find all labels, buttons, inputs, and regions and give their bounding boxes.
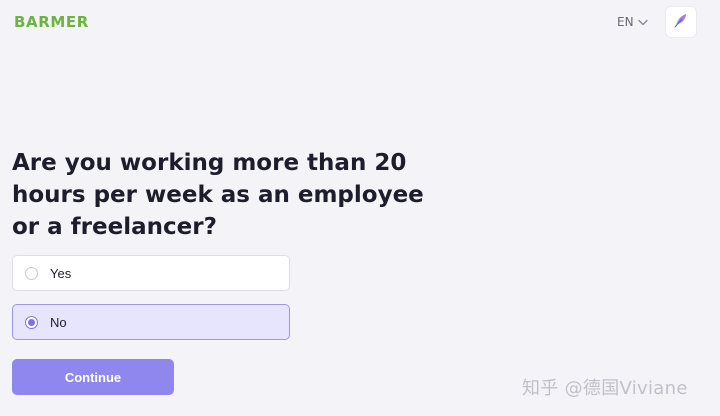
- radio-checked-icon[interactable]: [25, 315, 38, 329]
- option-label: Yes: [50, 265, 72, 281]
- option-yes[interactable]: Yes: [12, 255, 290, 291]
- radio-unchecked-icon[interactable]: [25, 266, 38, 280]
- chevron-down-icon: [637, 19, 648, 26]
- question-title: Are you working more than 20 hours per w…: [12, 150, 424, 240]
- continue-button[interactable]: Continue: [12, 359, 174, 395]
- feedback-button[interactable]: [666, 7, 696, 37]
- radio-dot: [28, 318, 35, 326]
- watermark: 知乎 @德国Viviane: [522, 378, 688, 399]
- language-selector[interactable]: EN: [617, 15, 648, 29]
- barmer-logo[interactable]: BARMER: [14, 13, 89, 31]
- option-no[interactable]: No: [12, 304, 290, 340]
- feather-icon: [673, 12, 689, 33]
- language-label: EN: [617, 15, 634, 29]
- option-label: No: [50, 314, 67, 330]
